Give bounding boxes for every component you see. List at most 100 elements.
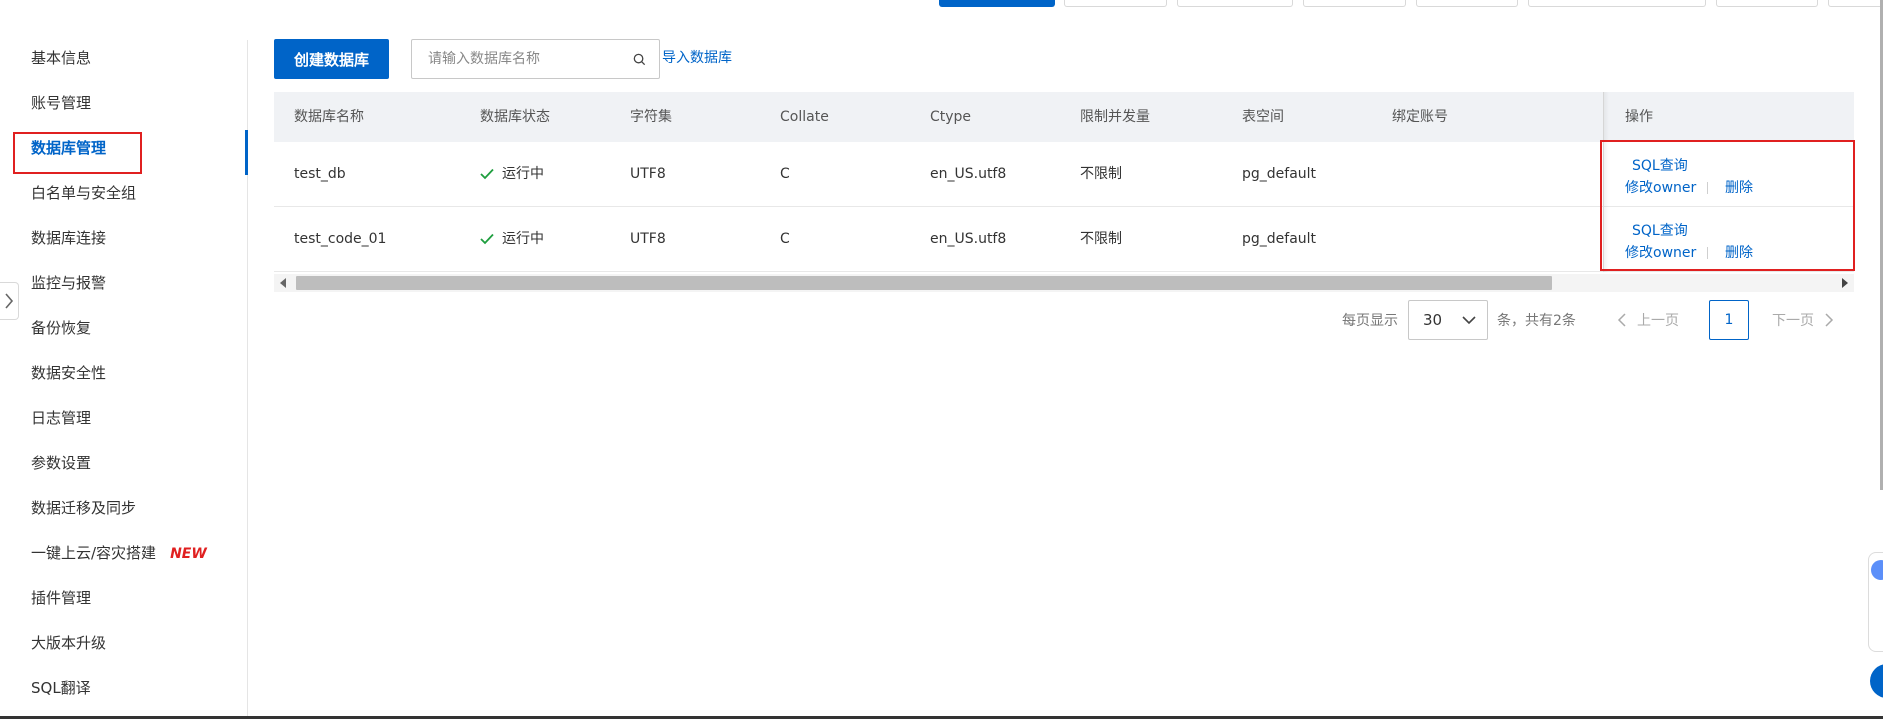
delete-link[interactable]: 删除 xyxy=(1725,244,1753,262)
page: 基本信息 账号管理 数据库管理 白名单与安全组 数据库连接 监控与报警 备份恢复… xyxy=(0,0,1883,719)
sidebar-item-label: 基本信息 xyxy=(31,49,92,67)
sidebar-item-migration[interactable]: 数据迁移及同步 xyxy=(31,493,136,523)
column-header-collate: Collate xyxy=(780,109,829,125)
actions-column-shadow xyxy=(1603,92,1609,272)
sidebar-item-label: 数据迁移及同步 xyxy=(31,499,137,517)
scroll-right-arrow-icon[interactable] xyxy=(1842,278,1848,288)
cell-name: test_db xyxy=(294,166,346,182)
cell-charset: UTF8 xyxy=(630,166,666,182)
cell-tablespace: pg_default xyxy=(1242,166,1317,182)
sidebar-item-label: 数据库连接 xyxy=(31,229,107,247)
sidebar-item-connection[interactable]: 数据库连接 xyxy=(31,223,106,253)
top-toolbar-button-5[interactable] xyxy=(1528,0,1706,7)
cell-ctype: en_US.utf8 xyxy=(930,231,1007,247)
search-icon[interactable] xyxy=(632,52,647,67)
page-number-current[interactable]: 1 xyxy=(1709,300,1749,340)
top-toolbar-button-4[interactable] xyxy=(1416,0,1518,7)
scroll-left-arrow-icon[interactable] xyxy=(280,278,286,288)
column-header-name: 数据库名称 xyxy=(294,109,364,125)
status-text: 运行中 xyxy=(502,166,544,182)
sidebar-item-params[interactable]: 参数设置 xyxy=(31,448,91,478)
top-toolbar-button-2[interactable] xyxy=(1177,0,1293,7)
cell-status: 运行中 xyxy=(480,207,544,272)
cell-tablespace: pg_default xyxy=(1242,231,1317,247)
search-input[interactable] xyxy=(412,40,622,78)
sidebar-item-security[interactable]: 数据安全性 xyxy=(31,358,106,388)
check-icon xyxy=(480,233,494,245)
chevron-left-icon xyxy=(1617,313,1626,327)
sidebar-item-plugins[interactable]: 插件管理 xyxy=(31,583,91,613)
top-toolbar-button-1[interactable] xyxy=(1064,0,1167,7)
table-horizontal-scrollbar[interactable] xyxy=(274,274,1854,292)
next-page-label: 下一页 xyxy=(1772,313,1814,329)
sidebar-item-basic-info[interactable]: 基本信息 xyxy=(31,43,91,73)
page-size-value: 30 xyxy=(1423,311,1443,329)
total-count-label: 条，共有2条 xyxy=(1497,313,1576,329)
sidebar-item-label: SQL翻译 xyxy=(31,679,91,697)
next-page-button[interactable]: 下一页 xyxy=(1772,310,1834,330)
top-toolbar-button-7[interactable] xyxy=(1828,0,1883,7)
sidebar-collapse-handle[interactable] xyxy=(0,282,19,320)
chevron-right-icon xyxy=(1825,313,1834,327)
sidebar-item-cloud-migration[interactable]: 一键上云/容灾搭建 NEW xyxy=(31,538,207,568)
cell-ctype: en_US.utf8 xyxy=(930,166,1007,182)
sidebar-item-label: 日志管理 xyxy=(31,409,92,427)
import-database-link[interactable]: 导入数据库 xyxy=(662,47,732,67)
sidebar-item-label: 监控与报警 xyxy=(31,274,107,292)
sidebar-item-label: 数据安全性 xyxy=(31,364,107,382)
sidebar-item-logs[interactable]: 日志管理 xyxy=(31,403,91,433)
status-text: 运行中 xyxy=(502,231,544,247)
sidebar-item-label: 参数设置 xyxy=(31,454,92,472)
create-database-button[interactable]: 创建数据库 xyxy=(274,39,389,79)
column-header-account: 绑定账号 xyxy=(1392,109,1448,125)
column-header-status: 数据库状态 xyxy=(480,109,550,125)
sidebar-item-accounts[interactable]: 账号管理 xyxy=(31,88,91,118)
cell-collate: C xyxy=(780,166,790,182)
action-separator xyxy=(1707,182,1708,194)
top-toolbar-primary-button[interactable] xyxy=(939,0,1055,7)
modify-owner-link[interactable]: 修改owner xyxy=(1625,179,1696,197)
sidebar-item-label: 白名单与安全组 xyxy=(31,184,137,202)
new-badge: NEW xyxy=(170,546,207,562)
sidebar-item-backup[interactable]: 备份恢复 xyxy=(31,313,91,343)
column-header-tablespace: 表空间 xyxy=(1242,109,1284,125)
database-table: 数据库名称 数据库状态 字符集 Collate Ctype 限制并发量 表空间 … xyxy=(274,92,1854,272)
column-header-ctype: Ctype xyxy=(930,109,972,125)
cell-status: 运行中 xyxy=(480,142,544,207)
delete-link[interactable]: 删除 xyxy=(1725,179,1753,197)
sql-query-link[interactable]: SQL查询 xyxy=(1632,157,1688,175)
sidebar-item-whitelist[interactable]: 白名单与安全组 xyxy=(31,178,136,208)
sidebar-item-label: 大版本升级 xyxy=(31,634,107,652)
sidebar-item-label: 数据库管理 xyxy=(31,139,107,157)
sidebar-item-label: 一键上云/容灾搭建 xyxy=(31,544,157,562)
per-page-label: 每页显示 xyxy=(1342,313,1398,329)
scrollbar-thumb[interactable] xyxy=(296,276,1552,290)
top-toolbar-button-3[interactable] xyxy=(1303,0,1406,7)
sidebar-item-databases[interactable]: 数据库管理 xyxy=(31,133,106,163)
column-header-limit: 限制并发量 xyxy=(1080,109,1150,125)
action-separator xyxy=(1707,247,1708,259)
top-toolbar-button-6[interactable] xyxy=(1716,0,1818,7)
sidebar-active-indicator xyxy=(245,130,248,175)
cell-limit: 不限制 xyxy=(1080,166,1122,182)
sidebar-item-label: 插件管理 xyxy=(31,589,92,607)
column-header-charset: 字符集 xyxy=(630,109,672,125)
page-size-select[interactable]: 30 xyxy=(1408,300,1488,340)
sidebar-item-label: 备份恢复 xyxy=(31,319,92,337)
chevron-down-icon xyxy=(1462,316,1476,325)
modify-owner-link[interactable]: 修改owner xyxy=(1625,244,1696,262)
check-icon xyxy=(480,168,494,180)
table-header: 数据库名称 数据库状态 字符集 Collate Ctype 限制并发量 表空间 … xyxy=(274,92,1854,142)
search-box xyxy=(411,39,660,79)
table-row: test_code_01 运行中 UTF8 C en_US.utf8 不限制 p… xyxy=(274,207,1854,272)
sidebar-item-label: 账号管理 xyxy=(31,94,92,112)
chat-assistant-button[interactable] xyxy=(1870,664,1883,698)
sql-query-link[interactable]: SQL查询 xyxy=(1632,222,1688,240)
sidebar-nav: 基本信息 账号管理 数据库管理 白名单与安全组 数据库连接 监控与报警 备份恢复… xyxy=(0,40,248,719)
sidebar-item-upgrade[interactable]: 大版本升级 xyxy=(31,628,106,658)
sidebar-item-sql-translate[interactable]: SQL翻译 xyxy=(31,673,91,703)
sidebar-item-monitoring[interactable]: 监控与报警 xyxy=(31,268,106,298)
prev-page-button[interactable]: 上一页 xyxy=(1617,310,1679,330)
cell-name: test_code_01 xyxy=(294,231,387,247)
cell-charset: UTF8 xyxy=(630,231,666,247)
